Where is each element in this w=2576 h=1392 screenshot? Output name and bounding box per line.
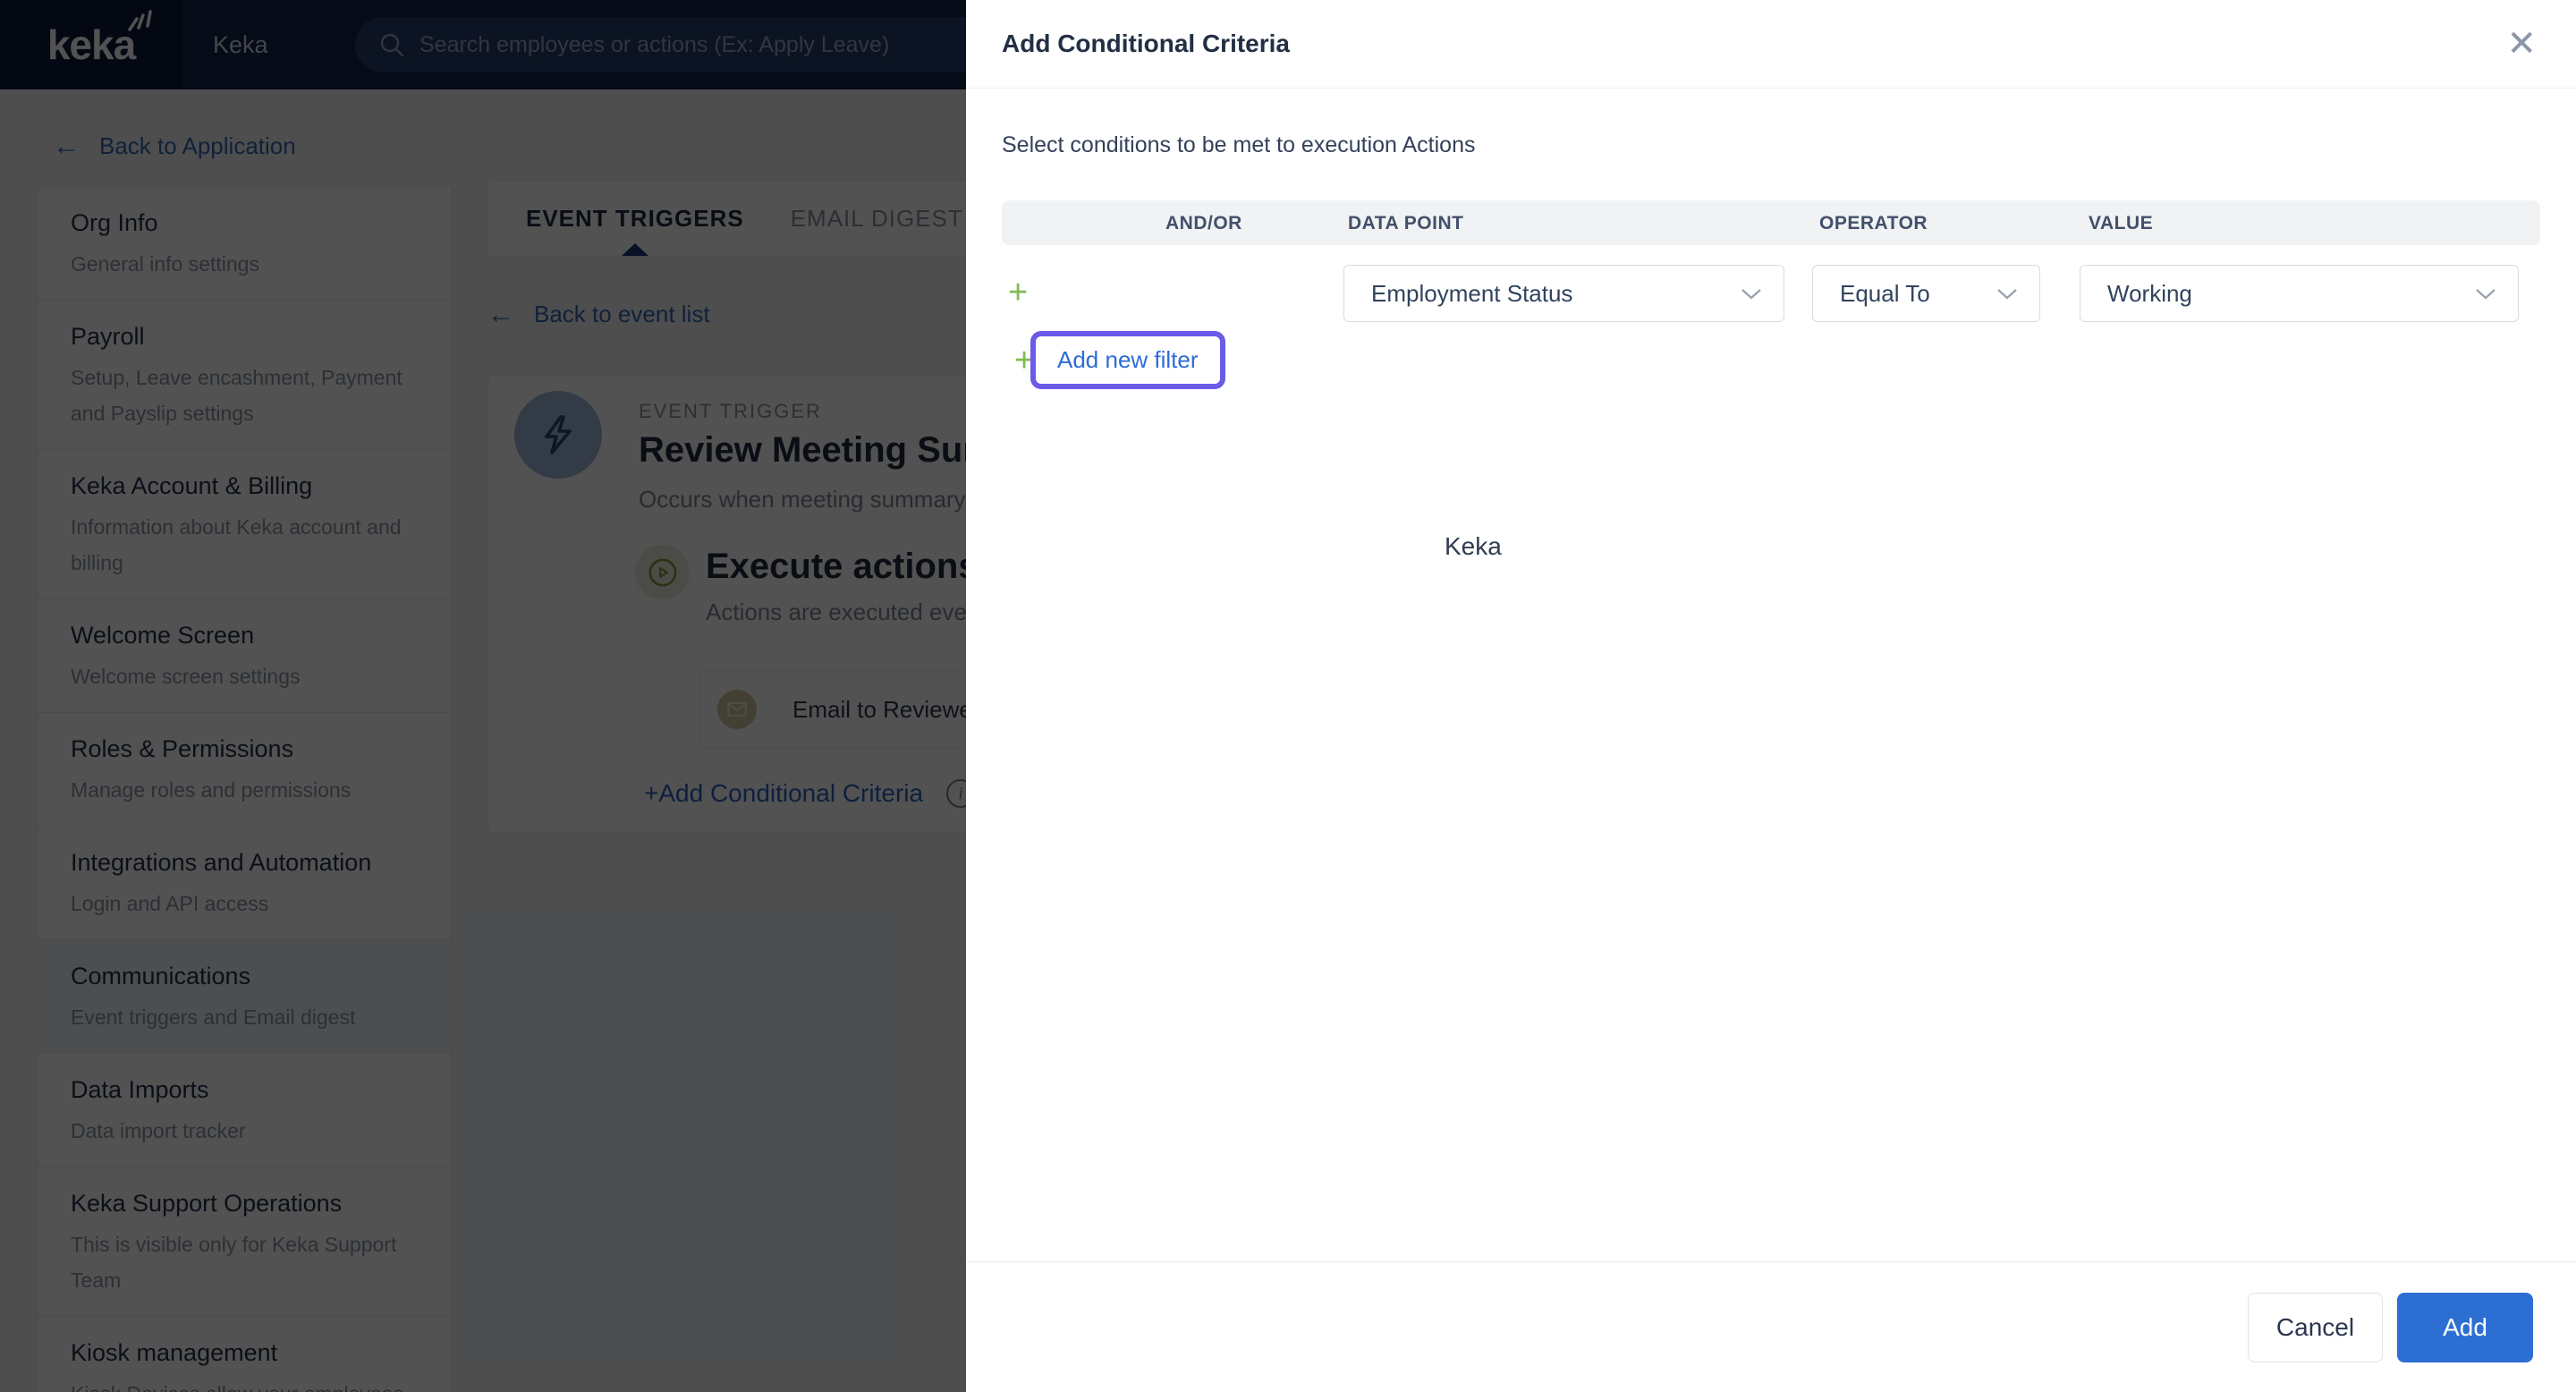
column-header-value: VALUE [2089,213,2154,233]
modal-header: Add Conditional Criteria ✕ [966,0,2576,89]
column-header-andor: AND/OR [1165,213,1242,233]
operator-dropdown[interactable]: Equal To [1812,265,2040,322]
modal-title: Add Conditional Criteria [1002,30,1290,57]
modal-footer: Cancel Add [966,1261,2576,1392]
condition-row: + Employment Status Equal To Working [1002,265,2540,322]
add-conditional-criteria-modal: Add Conditional Criteria ✕ Select condit… [966,0,2576,1392]
chevron-down-icon [2475,288,2496,300]
value-dropdown[interactable]: Working [2080,265,2519,322]
column-header-data-point: DATA POINT [1348,213,1464,233]
column-header-operator: OPERATOR [1819,213,1928,233]
modal-body: Select conditions to be met to execution… [966,132,2576,561]
criteria-table-header: AND/OR DATA POINT OPERATOR VALUE [1002,200,2540,245]
modal-subtitle: Select conditions to be met to execution… [1002,132,1476,157]
chevron-down-icon [1996,288,2018,300]
close-icon[interactable]: ✕ [2506,26,2537,62]
add-new-filter-button[interactable]: Add new filter [1030,331,1225,389]
cancel-button[interactable]: Cancel [2248,1293,2383,1362]
add-button[interactable]: Add [2397,1293,2533,1362]
add-filter-row: + Add new filter [1002,331,2540,391]
plus-icon[interactable]: + [1008,276,1028,310]
chevron-down-icon [1741,288,1762,300]
keka-watermark: Keka [1445,532,1502,560]
data-point-dropdown[interactable]: Employment Status [1343,265,1784,322]
